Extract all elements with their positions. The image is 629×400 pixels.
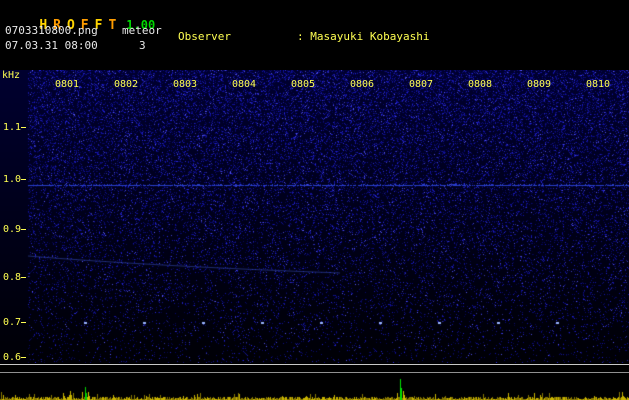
info-label: Observer (178, 30, 231, 43)
mode-label: meteor (122, 24, 162, 37)
time-label: 0802 (114, 79, 139, 90)
freq-tick-label: 0.9 (3, 224, 22, 235)
time-label: 0806 (350, 79, 375, 90)
time-label: 0803 (173, 79, 198, 90)
title-letter: T (108, 18, 117, 33)
freq-tick-mark (21, 322, 26, 323)
freq-tick-mark (21, 277, 26, 278)
time-label: 0807 (409, 79, 434, 90)
freq-tick-mark (21, 179, 26, 180)
freq-tick-label: 0.7 (3, 317, 22, 328)
meteor-count: 3 (139, 39, 146, 52)
info-value: Masayuki Kobayashi (310, 30, 430, 43)
freq-tick-label: 0.8 (3, 272, 22, 283)
time-label: 0804 (232, 79, 257, 90)
freq-tick-label: 0.6 (3, 352, 22, 363)
time-label: 0805 (291, 79, 316, 90)
datetime-label: 07.03.31 08:00 (5, 39, 98, 52)
freq-tick-label: 1.0 (3, 174, 22, 185)
signal-level-canvas (0, 375, 629, 400)
freq-axis-unit: kHz (2, 70, 21, 81)
hrofft-screen: H R O F F T 1.00 0703310800.png meteor 07.03.3… (0, 0, 629, 400)
time-label: 0809 (527, 79, 552, 90)
time-label: 0810 (586, 79, 611, 90)
info-row-observer: Observer: Masayuki Kobayashi (178, 30, 622, 44)
time-label: 0808 (468, 79, 493, 90)
info-colon: : (297, 30, 311, 43)
separator-line-top (0, 364, 629, 365)
freq-tick-label: 1.1 (3, 122, 22, 133)
separator-line-bottom (0, 372, 629, 373)
spectrogram-canvas (0, 70, 629, 363)
freq-tick-mark (21, 127, 26, 128)
freq-tick-mark (21, 229, 26, 230)
output-filename: 0703310800.png (5, 24, 98, 37)
freq-tick-mark (21, 357, 26, 358)
time-label: 0801 (55, 79, 80, 90)
